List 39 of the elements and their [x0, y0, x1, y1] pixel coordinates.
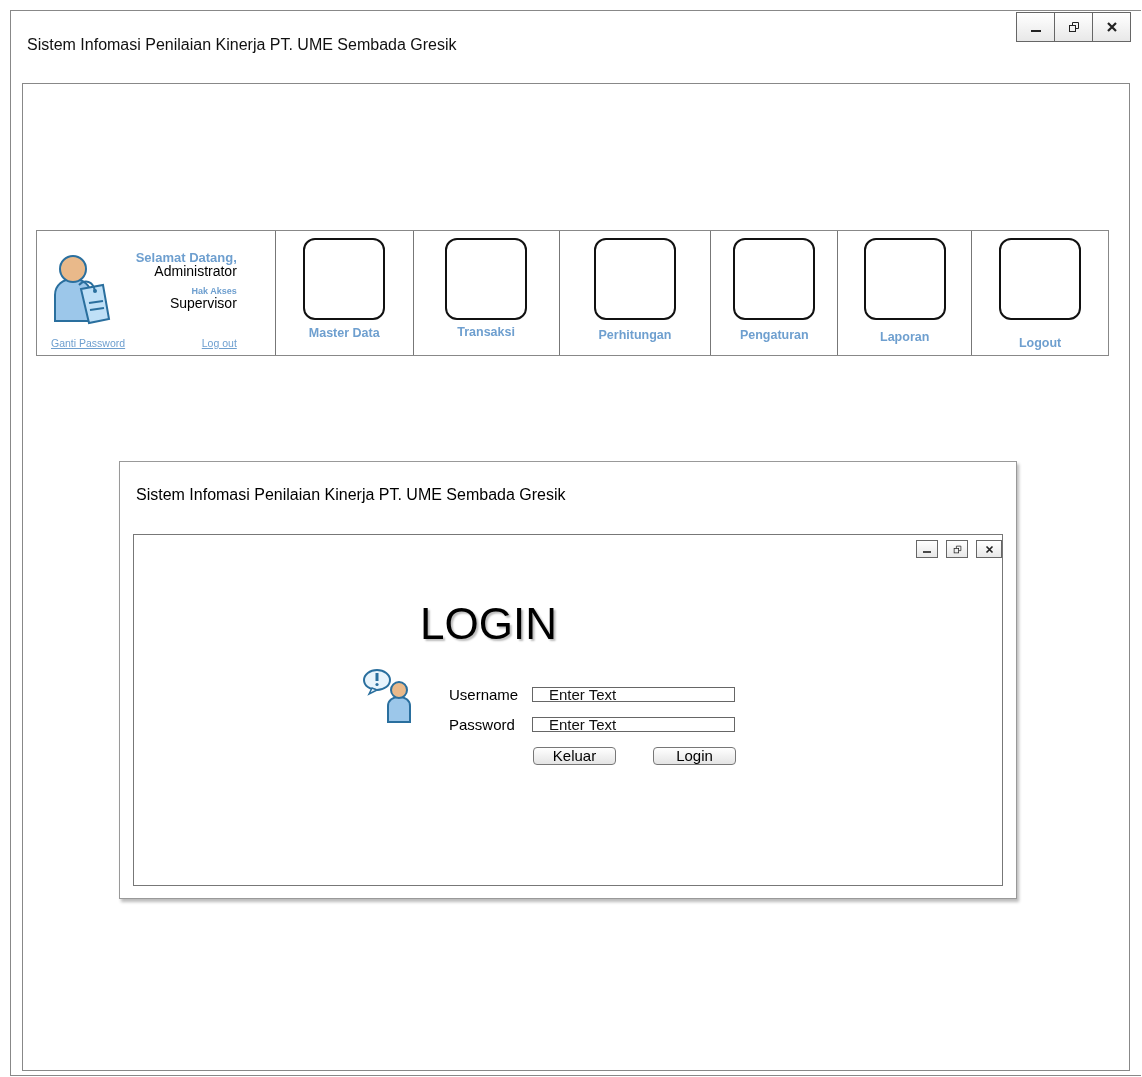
minimize-button[interactable] — [916, 540, 938, 558]
dialog-title: Sistem Infomasi Penilaian Kinerja PT. UME Sembada Gresik — [135, 485, 567, 505]
role-value: Supervisor — [169, 296, 237, 310]
window-title: Sistem Infomasi Penilaian Kinerja PT. UME Sembada Gresik — [26, 35, 457, 55]
restore-button[interactable] — [946, 540, 968, 558]
menu-label[interactable]: Logout — [1018, 336, 1062, 350]
menu-label[interactable]: Laporan — [880, 330, 930, 344]
greeting-text: Selamat Datang, — [135, 251, 237, 264]
logout-link[interactable]: Log out — [201, 337, 237, 349]
change-password-link[interactable]: Ganti Password — [51, 337, 126, 349]
close-icon — [984, 544, 994, 554]
close-button[interactable] — [976, 540, 1002, 558]
minimize-button[interactable] — [1016, 12, 1055, 42]
menu-label[interactable]: Perhitungan — [598, 328, 672, 342]
menu-tile[interactable] — [999, 238, 1082, 320]
menu-tile[interactable] — [303, 238, 386, 320]
menu-label[interactable]: Transaksi — [457, 325, 515, 339]
menu-tile[interactable] — [593, 238, 676, 320]
menu-tile[interactable] — [445, 238, 528, 320]
menu-tile[interactable] — [863, 238, 946, 320]
minimize-icon — [923, 550, 931, 553]
close-button[interactable] — [1092, 12, 1131, 42]
username-field[interactable]: Enter Text — [532, 687, 735, 702]
menu-label[interactable]: Master Data — [308, 326, 380, 340]
restore-button[interactable] — [1054, 12, 1093, 42]
restore-icon — [1067, 21, 1080, 33]
role-label: Hak Akses — [191, 286, 237, 296]
menu-tile[interactable] — [733, 238, 816, 320]
user-name: Administrator — [154, 264, 237, 278]
minimize-icon — [1030, 30, 1041, 32]
field-label: Password — [449, 714, 516, 735]
restore-icon — [952, 544, 962, 554]
login-heading: LOGIN — [420, 599, 558, 649]
exit-button[interactable]: Keluar — [533, 747, 616, 765]
close-icon — [1105, 21, 1118, 33]
password-field[interactable]: Enter Text — [532, 717, 735, 732]
login-button[interactable]: Login — [653, 747, 736, 765]
menu-label[interactable]: Pengaturan — [739, 328, 809, 342]
field-label: Username — [449, 684, 520, 705]
